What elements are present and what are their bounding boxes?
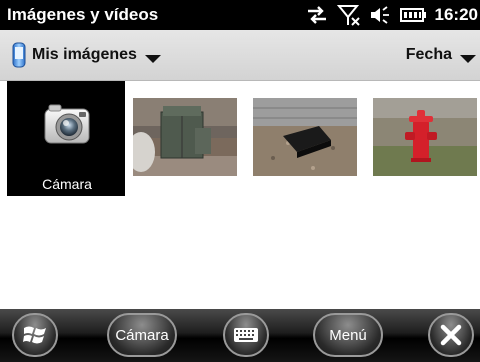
tile-caption: Cámara	[42, 176, 92, 192]
close-button[interactable]	[428, 313, 474, 357]
filter-bar: Mis imágenes Fecha	[0, 30, 480, 81]
battery-icon	[399, 8, 426, 22]
camera-icon	[44, 104, 90, 144]
keyboard-icon	[234, 328, 258, 342]
photo-utility-box	[133, 98, 237, 176]
photo-fire-hydrant	[373, 98, 477, 176]
status-icons[interactable]: 16:20	[305, 4, 480, 26]
clock[interactable]: 16:20	[435, 5, 478, 25]
sort-dropdown[interactable]: Fecha	[406, 30, 480, 80]
start-button[interactable]	[12, 313, 58, 357]
phone-icon	[12, 42, 26, 68]
close-icon	[440, 324, 462, 346]
media-grid: Cámara	[0, 81, 480, 309]
sync-icon	[307, 6, 326, 24]
soft-key-bar: Cámara Menú	[0, 309, 480, 362]
keyboard-button[interactable]	[223, 313, 269, 357]
dropdown-caret-icon	[460, 55, 476, 63]
photo-thumbnail[interactable]	[240, 81, 360, 196]
sort-label: Fecha	[405, 46, 452, 63]
left-softkey-label: Cámara	[115, 326, 169, 344]
photo-thumbnail[interactable]	[120, 81, 240, 196]
photo-black-box	[253, 98, 357, 176]
app-title: Imágenes y vídeos	[7, 5, 159, 24]
windows-start-icon	[23, 326, 46, 344]
folder-label: Mis imágenes	[32, 46, 137, 63]
photo-thumbnail[interactable]	[360, 81, 480, 196]
right-softkey-label: Menú	[329, 326, 367, 344]
dropdown-caret-icon	[144, 55, 161, 63]
right-softkey[interactable]: Menú	[313, 313, 383, 357]
camera-tile[interactable]: Cámara	[7, 81, 125, 196]
no-signal-icon	[336, 5, 360, 26]
left-softkey[interactable]: Cámara	[107, 313, 177, 357]
volume-icon	[370, 6, 389, 24]
status-bar: Imágenes y vídeos 16:20	[0, 0, 480, 30]
folder-dropdown[interactable]: Mis imágenes	[0, 30, 161, 80]
